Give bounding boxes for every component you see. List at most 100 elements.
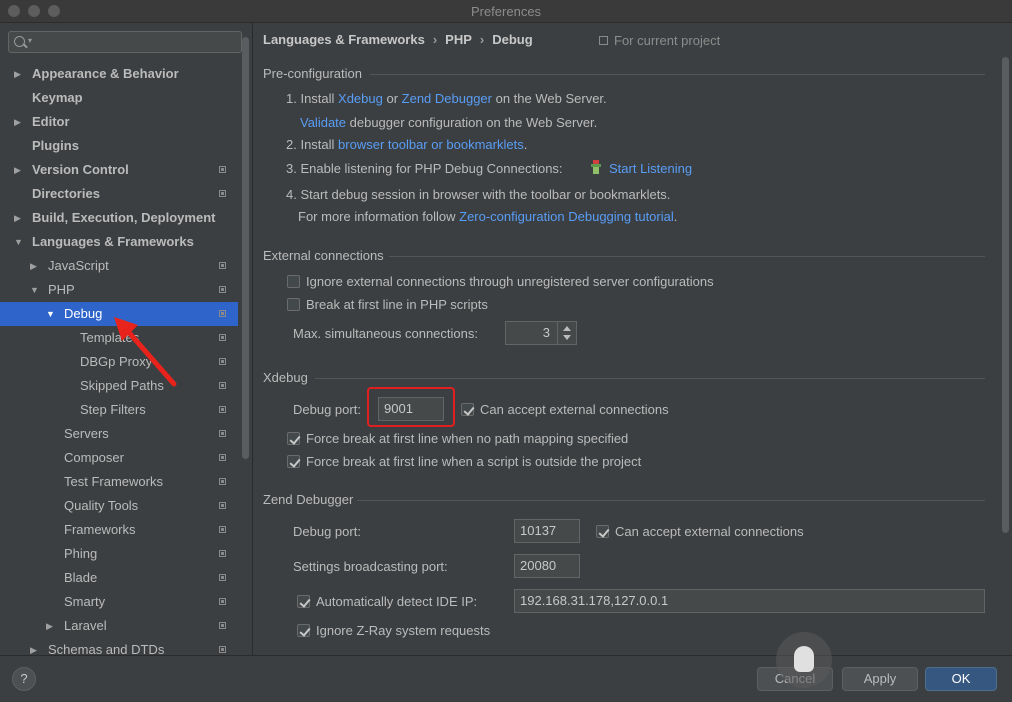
sidebar-item-composer[interactable]: Composer [0,446,238,470]
sidebar-item-appearance-behavior[interactable]: ▶ Appearance & Behavior [0,62,238,86]
sidebar-item-test-frameworks[interactable]: Test Frameworks [0,470,238,494]
expand-arrow-right-icon[interactable]: ▶ [14,206,21,230]
sidebar-item-label: Version Control [32,162,129,177]
for-current-project: For current project [599,33,720,48]
xdebug-accept-external-checkbox[interactable] [461,403,474,416]
sidebar-item-directories[interactable]: Directories [0,182,238,206]
more-suffix: . [673,209,678,224]
preconfig-title: Pre-configuration [263,66,362,81]
ignore-external-checkbox[interactable] [287,275,300,288]
xdebug-port-label: Debug port: [293,402,361,417]
spinner-arrows-icon[interactable] [557,322,576,344]
project-scope-icon [219,382,226,389]
broadcast-port-input[interactable]: 20080 [514,554,580,578]
breadcrumb-php: PHP [445,32,472,47]
ok-button[interactable]: OK [925,667,997,691]
xdebug-link[interactable]: Xdebug [338,91,383,106]
preconfig-step1: 1. Install Xdebug or Zend Debugger on th… [286,91,607,106]
validate-suffix: debugger configuration on the Web Server… [346,115,598,130]
sidebar-item-javascript[interactable]: ▶ JavaScript [0,254,238,278]
step1-or: or [382,91,402,106]
ide-ip-input[interactable]: 192.168.31.178,127.0.0.1 [514,589,985,613]
help-button[interactable]: ? [12,667,36,691]
sidebar-item-step-filters[interactable]: Step Filters [0,398,238,422]
sidebar-item-label: Frameworks [64,522,136,537]
step1-suffix: on the Web Server. [492,91,607,106]
sidebar-item-laravel[interactable]: ▶ Laravel [0,614,238,638]
sidebar-item-build-execution-deployment[interactable]: ▶ Build, Execution, Deployment [0,206,238,230]
expand-arrow-down-icon[interactable]: ▼ [46,302,55,326]
ignore-zray-label: Ignore Z-Ray system requests [316,623,491,638]
sidebar-item-plugins[interactable]: Plugins [0,134,238,158]
breadcrumb-languages: Languages & Frameworks [263,32,425,47]
search-icon [14,36,25,47]
search-dropdown-icon[interactable]: ▾ [28,36,32,45]
for-project-label: For current project [614,33,721,48]
sidebar-item-quality-tools[interactable]: Quality Tools [0,494,238,518]
zend-port-input[interactable]: 10137 [514,519,580,543]
section-divider [389,256,985,257]
sidebar-item-label: Directories [32,186,100,201]
zend-accept-external-checkbox[interactable] [596,525,609,538]
max-connections-value: 3 [542,325,550,340]
zero-config-tutorial-link[interactable]: Zero-configuration Debugging tutorial [459,209,674,224]
start-listening-link[interactable]: Start Listening [609,161,692,176]
search-input[interactable]: ▾ [8,31,242,53]
project-scope-icon [219,622,226,629]
force-break-no-mapping-checkbox[interactable] [287,432,300,445]
validate-link[interactable]: Validate [300,115,346,130]
sidebar-item-phing[interactable]: Phing [0,542,238,566]
step2-prefix: 2. Install [286,137,339,152]
sidebar-item-label: Laravel [64,618,107,633]
more-prefix: For more information follow [298,209,460,224]
breadcrumb-separator: › [432,32,438,47]
expand-arrow-right-icon[interactable]: ▶ [14,110,21,134]
sidebar-item-servers[interactable]: Servers [0,422,238,446]
sidebar-item-editor[interactable]: ▶ Editor [0,110,238,134]
main-scrollbar[interactable] [1002,57,1009,533]
browser-toolbar-link[interactable]: browser toolbar or bookmarklets [338,137,524,152]
sidebar-item-label: Test Frameworks [64,474,163,489]
expand-arrow-right-icon[interactable]: ▶ [14,62,21,86]
step3-prefix: 3. Enable listening for PHP Debug Connec… [286,161,563,176]
phone-listen-icon[interactable] [590,160,602,174]
preconfig-step4: 4. Start debug session in browser with t… [286,187,671,202]
sidebar-item-label: Languages & Frameworks [32,234,194,249]
expand-arrow-down-icon[interactable]: ▼ [14,230,23,254]
project-scope-icon [219,190,226,197]
annotation-arrow-icon [114,317,177,387]
max-connections-spinner[interactable]: 3 [505,321,577,345]
sidebar-item-version-control[interactable]: ▶ Version Control [0,158,238,182]
sidebar-item-keymap[interactable]: Keymap [0,86,238,110]
sidebar-scrollbar[interactable] [242,37,249,459]
sidebar-item-label: Appearance & Behavior [32,66,179,81]
sidebar-item-smarty[interactable]: Smarty [0,590,238,614]
xdebug-accept-external-label: Can accept external connections [480,402,669,417]
expand-arrow-right-icon[interactable]: ▶ [30,254,37,278]
expand-arrow-right-icon[interactable]: ▶ [46,614,53,638]
zend-accept-external-label: Can accept external connections [615,524,804,539]
xdebug-title: Xdebug [263,370,308,385]
break-first-line-checkbox[interactable] [287,298,300,311]
expand-arrow-right-icon[interactable]: ▶ [14,158,21,182]
project-scope-icon [219,478,226,485]
sidebar-item-label: Smarty [64,594,106,609]
project-scope-icon [219,430,226,437]
break-first-line-label: Break at first line in PHP scripts [306,297,488,312]
expand-arrow-down-icon[interactable]: ▼ [30,278,39,302]
sidebar-item-php[interactable]: ▼ PHP [0,278,238,302]
auto-detect-ip-checkbox[interactable] [297,595,310,608]
title-bar: Preferences [0,0,1012,23]
breadcrumb-separator: › [479,32,485,47]
sidebar-item-languages-frameworks[interactable]: ▼ Languages & Frameworks [0,230,238,254]
sidebar-item-blade[interactable]: Blade [0,566,238,590]
project-scope-icon [219,550,226,557]
sidebar-item-label: Build, Execution, Deployment [32,210,216,225]
project-scope-icon [219,406,226,413]
ignore-zray-checkbox[interactable] [297,624,310,637]
sidebar-item-frameworks[interactable]: Frameworks [0,518,238,542]
zend-debugger-link[interactable]: Zend Debugger [402,91,492,106]
apply-button[interactable]: Apply [842,667,918,691]
sidebar-item-label: Debug [64,306,103,321]
force-break-outside-checkbox[interactable] [287,455,300,468]
